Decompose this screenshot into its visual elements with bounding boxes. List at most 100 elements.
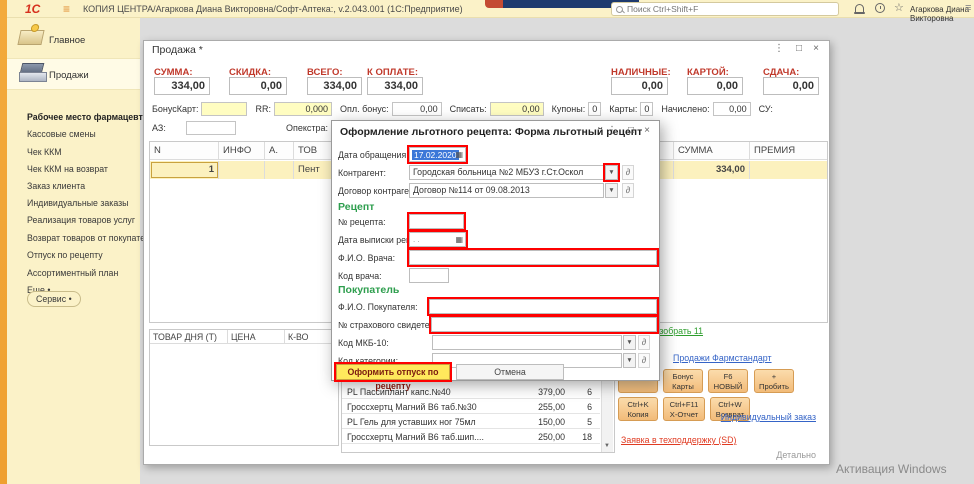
kontragent-dropdown-icon[interactable]: ▼	[605, 165, 618, 180]
col-n[interactable]: N	[150, 142, 219, 160]
kontragent-input[interactable]: Городская больница №2 МБУЗ г.Ст.Оскол	[409, 165, 604, 180]
list-item[interactable]: PL Гель для уставших ног 75мл 150,00 5	[342, 414, 600, 429]
field-label: Опл. бонус:	[340, 104, 389, 114]
recipe-modal: Оформление льготного рецепта: Форма льго…	[331, 120, 660, 381]
recept-no-input[interactable]	[409, 214, 464, 229]
bonuscard-input[interactable]	[201, 102, 247, 116]
window-close-icon[interactable]: ×	[813, 43, 819, 54]
menu-item-realizaciya[interactable]: Реализация товаров услуг	[27, 215, 135, 225]
menu-item-kassovye-smeny[interactable]: Кассовые смены	[27, 129, 96, 139]
col-summa[interactable]: СУММА	[674, 142, 750, 160]
product-qty: 6	[587, 402, 592, 412]
search-input[interactable]	[627, 4, 817, 14]
product-name: PL Гель для уставших ног 75мл	[347, 417, 497, 427]
menu-item-chek-kkm-vozvrat[interactable]: Чек ККМ на возврат	[27, 164, 108, 174]
mkb10-open-icon[interactable]: ∂	[638, 335, 650, 350]
field-label: БонусКарт:	[152, 104, 198, 114]
support-link[interactable]: Заявка в техподдержку (SD)	[621, 435, 736, 445]
user-menu-icon[interactable]: ≡	[965, 2, 971, 14]
desk-icon	[17, 30, 44, 45]
cell-info[interactable]	[219, 161, 265, 179]
history-icon[interactable]	[875, 3, 885, 13]
col-premiya[interactable]: ПРЕМИЯ	[750, 142, 826, 160]
col-a[interactable]: А.	[265, 142, 294, 160]
list-item[interactable]: Гроссхертц Магний В6 таб.шип.... 250,00 …	[342, 429, 600, 444]
field-label: Опекстра:	[286, 123, 328, 133]
category-dropdown-icon[interactable]: ▼	[623, 353, 636, 368]
category-open-icon[interactable]: ∂	[638, 353, 650, 368]
detail-label[interactable]: Детально	[776, 450, 816, 460]
probit-button[interactable]: + Пробить	[754, 369, 794, 393]
app-title: КОПИЯ ЦЕНТРА/Агаркова Диана Викторовна/С…	[83, 4, 463, 14]
cell-summa[interactable]: 334,00	[674, 161, 750, 179]
kopiya-button[interactable]: Ctrl+K Копия	[618, 397, 658, 421]
field-label: Списать:	[450, 104, 487, 114]
bonus-karty-button[interactable]: Бонус Карты	[663, 369, 703, 393]
modal-close-icon[interactable]: ×	[644, 125, 650, 136]
kontragent-open-icon[interactable]: ∂	[622, 165, 634, 180]
global-search[interactable]	[611, 2, 839, 16]
product-of-day-table: ТОВАР ДНЯ (Т) ЦЕНА К-ВО	[149, 329, 339, 446]
submit-recipe-button[interactable]: Оформить отпуск по рецепту	[336, 364, 450, 380]
list-item[interactable]: Гроссхертц Магний В6 таб.№30 255,00 6	[342, 399, 600, 414]
buyer-name-input[interactable]	[429, 299, 657, 314]
kupony-input[interactable]: 0	[588, 102, 601, 116]
button-line: Карты	[664, 382, 702, 392]
dogovor-open-icon[interactable]: ∂	[622, 183, 634, 198]
cell-n[interactable]: 1	[150, 161, 219, 179]
button-line: Бонус	[664, 372, 702, 382]
col-cena[interactable]: ЦЕНА	[228, 330, 285, 344]
spisat-input[interactable]: 0,00	[490, 102, 544, 116]
menu-item-assortimentny-plan[interactable]: Ассортиментный план	[27, 268, 118, 278]
nachisleno-input[interactable]: 0,00	[713, 102, 751, 116]
cancel-button[interactable]: Отмена	[456, 364, 564, 380]
insurance-number-input[interactable]	[431, 317, 657, 332]
col-info[interactable]: ИНФО	[219, 142, 265, 160]
karty-input[interactable]: 0	[640, 102, 653, 116]
summary-value-summa: 334,00	[154, 77, 210, 95]
field-label: RR:	[255, 104, 271, 114]
doctor-code-input[interactable]	[409, 268, 449, 283]
menu-item-zakaz-klienta[interactable]: Заказ клиента	[27, 181, 85, 191]
main-menu-icon[interactable]: ≡	[63, 2, 70, 16]
az-input[interactable]	[186, 121, 236, 135]
calendar-icon[interactable]: ▦	[455, 235, 463, 244]
recept-date-input[interactable]: . . ▦	[409, 232, 466, 247]
sidebar-item-prodazhi[interactable]: Продажи	[7, 58, 140, 90]
calendar-icon[interactable]: ▦	[455, 150, 463, 159]
scroll-down-icon[interactable]: ▼	[601, 440, 613, 452]
cell-premiya[interactable]	[750, 161, 826, 179]
window-more-icon[interactable]: ⋮	[774, 43, 784, 54]
date-au-input[interactable]: 17.02.2020 ▦	[409, 147, 466, 162]
cell-a[interactable]	[265, 161, 294, 179]
x-otchet-button[interactable]: Ctrl+F11 X-Отчет	[663, 397, 705, 421]
sidebar-item-glavnoe[interactable]: Главное	[7, 24, 140, 56]
menu-item-otpusk-po-receptu[interactable]: Отпуск по рецепту	[27, 250, 103, 260]
menu-item-vozvrat-tovarov[interactable]: Возврат товаров от покупателя	[27, 233, 155, 243]
rr-input[interactable]: 0,000	[274, 102, 332, 116]
summary-value-nalichnye[interactable]: 0,00	[611, 77, 668, 95]
menu-item-rabochee-mesto[interactable]: Рабочее место фармацевта	[27, 112, 148, 122]
dogovor-dropdown-icon[interactable]: ▼	[605, 183, 618, 198]
notifications-icon[interactable]	[855, 4, 864, 12]
summary-value-kartoy[interactable]: 0,00	[687, 77, 743, 95]
opl-bonus-input[interactable]: 0,00	[392, 102, 442, 116]
favorites-icon[interactable]: ☆	[894, 2, 904, 14]
mkb10-dropdown-icon[interactable]: ▼	[623, 335, 636, 350]
button-line: НОВЫЙ	[709, 382, 747, 392]
dogovor-input[interactable]: Договор №114 от 09.08.2013	[409, 183, 604, 198]
mkb10-input[interactable]	[432, 335, 622, 350]
menu-item-chek-kkm[interactable]: Чек ККМ	[27, 147, 62, 157]
individual-order-link[interactable]: Индивидуальный заказ	[721, 412, 816, 422]
doctor-name-input[interactable]	[409, 250, 657, 265]
modal-maximize-icon[interactable]: □	[628, 125, 634, 136]
service-button[interactable]: Сервис •	[27, 291, 81, 307]
window-maximize-icon[interactable]: □	[796, 43, 802, 54]
col-tovar-dnya[interactable]: ТОВАР ДНЯ (Т)	[150, 330, 228, 344]
modal-more-icon[interactable]: ⋮	[607, 125, 617, 136]
menu-item-individualnye-zakazy[interactable]: Индивидуальные заказы	[27, 198, 129, 208]
f6-novyj-button[interactable]: F6 НОВЫЙ	[708, 369, 748, 393]
button-line: Копия	[619, 410, 657, 420]
summary-value-vsego: 334,00	[307, 77, 362, 95]
farmstandart-link[interactable]: Продажи Фармстандарт	[673, 353, 772, 363]
